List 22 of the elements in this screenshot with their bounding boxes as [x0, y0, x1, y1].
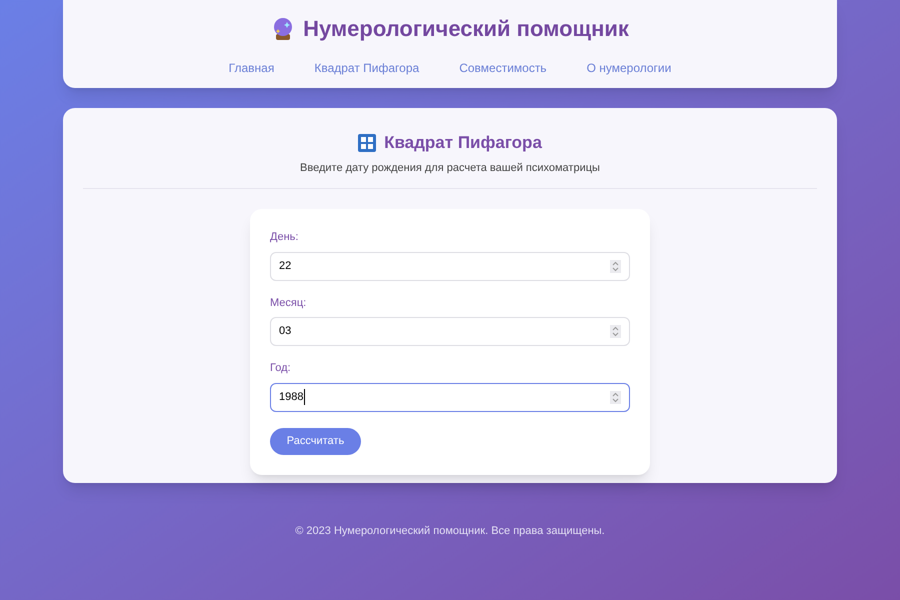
- field-value: 22: [279, 258, 292, 274]
- spinner-icon[interactable]: [610, 325, 621, 338]
- footer-text: © 2023 Нумерологический помощник. Все права защищены.: [295, 524, 605, 539]
- number-grid-icon: [358, 134, 376, 152]
- nav-link[interactable]: Квадрат Пифагора: [314, 59, 420, 77]
- nav-link[interactable]: Совместимость: [459, 59, 547, 77]
- number-field[interactable]: 03: [270, 317, 630, 346]
- nav-link[interactable]: О нумерологии: [586, 59, 672, 77]
- field-value: 03: [279, 324, 292, 340]
- calculate-button[interactable]: Рассчитать: [270, 428, 361, 454]
- spinner-icon[interactable]: [610, 260, 621, 272]
- spinner-icon[interactable]: [610, 390, 621, 404]
- field-label: Год:: [270, 361, 292, 376]
- number-field[interactable]: 1988: [270, 382, 630, 412]
- nav-link[interactable]: Главная: [228, 59, 274, 77]
- field-label: Месяц:: [270, 296, 308, 310]
- section-title: Квадрат Пифагора: [384, 132, 542, 154]
- field-label: День:: [270, 230, 300, 245]
- app-title: Нумерологический помощник: [303, 15, 629, 43]
- section-subtitle: Введите дату рождения для расчета вашей психоматрицы: [300, 160, 600, 176]
- field-value: 1988: [279, 388, 306, 406]
- number-field[interactable]: 22: [270, 252, 630, 280]
